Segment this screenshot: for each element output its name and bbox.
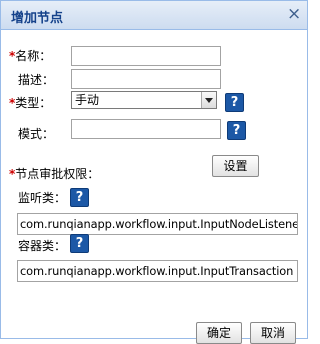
desc-label: 描述： <box>18 73 55 87</box>
name-label-group: *名称： <box>9 47 51 64</box>
type-select-value: 手动 <box>75 93 100 107</box>
settings-button[interactable]: 设置 <box>212 155 259 177</box>
ok-button[interactable]: 确定 <box>196 322 242 344</box>
type-label: 类型： <box>15 96 52 110</box>
listener-help-icon[interactable]: ? <box>70 188 89 207</box>
chevron-down-icon[interactable] <box>201 92 216 108</box>
listener-class-input[interactable]: com.runqianapp.workflow.input.InputNodeL… <box>17 213 298 235</box>
name-label: 名称： <box>15 49 52 63</box>
type-label-group: *类型： <box>9 94 51 111</box>
name-input[interactable] <box>71 46 221 66</box>
listener-label: 监听类： <box>18 191 67 205</box>
description-input[interactable] <box>71 69 221 89</box>
container-class-input[interactable]: com.runqianapp.workflow.input.InputTrans… <box>17 260 298 282</box>
permission-label-group: *节点审批权限： <box>9 165 99 182</box>
add-node-dialog: 增加节点 × *名称： 描述： *类型： 手动 ? 模式： ? *节点审批权限：… <box>0 0 308 344</box>
dialog-title: 增加节点 <box>11 11 64 26</box>
cancel-button[interactable]: 取消 <box>250 322 296 344</box>
mode-help-icon[interactable]: ? <box>227 121 246 140</box>
container-label: 容器类： <box>18 239 67 253</box>
type-select[interactable]: 手动 <box>71 91 217 109</box>
container-help-icon[interactable]: ? <box>70 234 89 253</box>
type-help-icon[interactable]: ? <box>225 93 244 112</box>
permission-label: 节点审批权限： <box>15 167 100 181</box>
mode-label: 模式： <box>18 127 55 141</box>
dialog-titlebar: 增加节点 × <box>1 1 307 30</box>
mode-input[interactable] <box>71 119 221 139</box>
close-icon[interactable]: × <box>287 6 301 23</box>
